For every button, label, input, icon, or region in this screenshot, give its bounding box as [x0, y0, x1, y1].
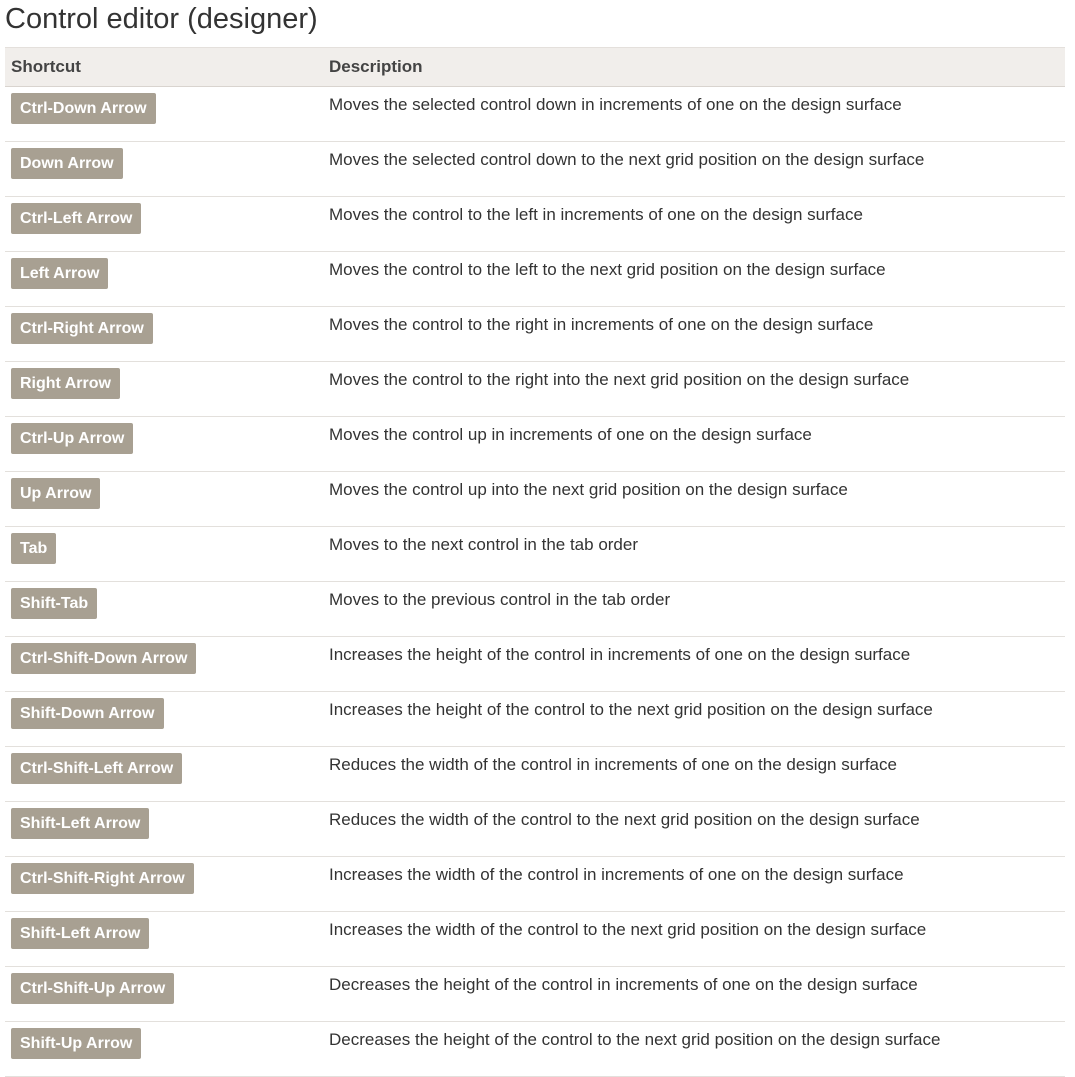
description-cell: Moves the control up into the next grid … [321, 471, 1065, 527]
description-cell: Moves the selected control down in incre… [321, 86, 1065, 142]
shortcut-cell: Ctrl-Shift-Left Arrow [5, 746, 321, 802]
description-cell: Moves the control to the right in increm… [321, 306, 1065, 362]
table-row: Ctrl-Down Arrow Moves the selected contro… [5, 86, 1065, 142]
shortcut-cell: Left Arrow [5, 251, 321, 307]
description-cell: Increases the width of the control to th… [321, 911, 1065, 967]
key-badge: Ctrl-Down Arrow [11, 93, 156, 124]
key-badge: Shift-Left Arrow [11, 808, 150, 839]
table-row: Ctrl-Right Arrow Moves the control to the… [5, 306, 1065, 362]
table-row: Shift-Down Arrow Increases the height of … [5, 691, 1065, 747]
shortcut-table: Shortcut Description Ctrl-Down Arrow Move… [5, 47, 1065, 1077]
key-badge: Ctrl-Shift-Down Arrow [11, 643, 197, 674]
table-row: Ctrl-Shift-Up Arrow Decreases the height … [5, 966, 1065, 1022]
table-row: Ctrl-Shift-Right Arrow Increases the widt… [5, 856, 1065, 912]
shortcut-column-header: Shortcut [5, 47, 321, 87]
shortcut-cell: Tab [5, 526, 321, 582]
description-cell: Reduces the width of the control to the … [321, 801, 1065, 857]
shortcut-cell: Ctrl-Right Arrow [5, 306, 321, 362]
shortcut-cell: Shift-Left Arrow [5, 801, 321, 857]
key-badge: Up Arrow [11, 478, 101, 509]
table-row: Ctrl-Left Arrow Moves the control to the … [5, 196, 1065, 252]
table-row: Left Arrow Moves the control to the left … [5, 251, 1065, 307]
description-cell: Moves the control to the right into the … [321, 361, 1065, 417]
table-row: Shift-Up Arrow Decreases the height of th… [5, 1021, 1065, 1077]
shortcut-cell: Shift-Down Arrow [5, 691, 321, 747]
key-badge: Ctrl-Left Arrow [11, 203, 142, 234]
table-row: Ctrl-Up Arrow Moves the control up in inc… [5, 416, 1065, 472]
shortcut-cell: Ctrl-Shift-Up Arrow [5, 966, 321, 1022]
shortcut-cell: Shift-Left Arrow [5, 911, 321, 967]
description-cell: Reduces the width of the control in incr… [321, 746, 1065, 802]
table-row: Ctrl-Shift-Left Arrow Reduces the width o… [5, 746, 1065, 802]
shortcut-cell: Up Arrow [5, 471, 321, 527]
shortcut-cell: Ctrl-Shift-Down Arrow [5, 636, 321, 692]
page-title: Control editor (designer) [5, 3, 318, 35]
key-badge: Down Arrow [11, 148, 123, 179]
table-header: Shortcut Description [5, 47, 1065, 87]
description-cell: Moves the control to the left in increme… [321, 196, 1065, 252]
key-badge: Shift-Left Arrow [11, 918, 150, 949]
shortcut-cell: Shift-Tab [5, 581, 321, 637]
shortcut-cell: Shift-Up Arrow [5, 1021, 321, 1077]
description-column-header: Description [321, 47, 1065, 87]
table-row: Shift-Left Arrow Increases the width of t… [5, 911, 1065, 967]
table-row: Up Arrow Moves the control up into the ne… [5, 471, 1065, 527]
shortcut-cell: Ctrl-Up Arrow [5, 416, 321, 472]
description-cell: Increases the height of the control in i… [321, 636, 1065, 692]
key-badge: Tab [11, 533, 57, 564]
shortcut-cell: Down Arrow [5, 141, 321, 197]
shortcut-cell: Right Arrow [5, 361, 321, 417]
description-cell: Moves the selected control down to the n… [321, 141, 1065, 197]
key-badge: Ctrl-Right Arrow [11, 313, 153, 344]
table-body: Ctrl-Down Arrow Moves the selected contro… [5, 86, 1065, 1077]
table-row: Shift-Left Arrow Reduces the width of the… [5, 801, 1065, 857]
shortcut-cell: Ctrl-Down Arrow [5, 86, 321, 142]
key-badge: Shift-Down Arrow [11, 698, 164, 729]
description-cell: Increases the width of the control in in… [321, 856, 1065, 912]
key-badge: Shift-Tab [11, 588, 98, 619]
key-badge: Left Arrow [11, 258, 109, 289]
description-cell: Moves to the previous control in the tab… [321, 581, 1065, 637]
page: Control editor (designer) Shortcut Descr… [0, 0, 1075, 1077]
key-badge: Right Arrow [11, 368, 120, 399]
table-row: Down Arrow Moves the selected control dow… [5, 141, 1065, 197]
description-cell: Moves to the next control in the tab ord… [321, 526, 1065, 582]
description-cell: Decreases the height of the control in i… [321, 966, 1065, 1022]
description-cell: Decreases the height of the control to t… [321, 1021, 1065, 1077]
shortcut-cell: Ctrl-Shift-Right Arrow [5, 856, 321, 912]
table-row: Ctrl-Shift-Down Arrow Increases the heigh… [5, 636, 1065, 692]
key-badge: Ctrl-Shift-Left Arrow [11, 753, 183, 784]
key-badge: Ctrl-Up Arrow [11, 423, 134, 454]
table-row: Tab Moves to the next control in the tab … [5, 526, 1065, 582]
description-cell: Increases the height of the control to t… [321, 691, 1065, 747]
key-badge: Shift-Up Arrow [11, 1028, 142, 1059]
shortcut-cell: Ctrl-Left Arrow [5, 196, 321, 252]
key-badge: Ctrl-Shift-Up Arrow [11, 973, 175, 1004]
description-cell: Moves the control up in increments of on… [321, 416, 1065, 472]
description-cell: Moves the control to the left to the nex… [321, 251, 1065, 307]
table-row: Shift-Tab Moves to the previous control i… [5, 581, 1065, 637]
table-row: Right Arrow Moves the control to the righ… [5, 361, 1065, 417]
key-badge: Ctrl-Shift-Right Arrow [11, 863, 194, 894]
header-row: Shortcut Description [5, 47, 1065, 87]
